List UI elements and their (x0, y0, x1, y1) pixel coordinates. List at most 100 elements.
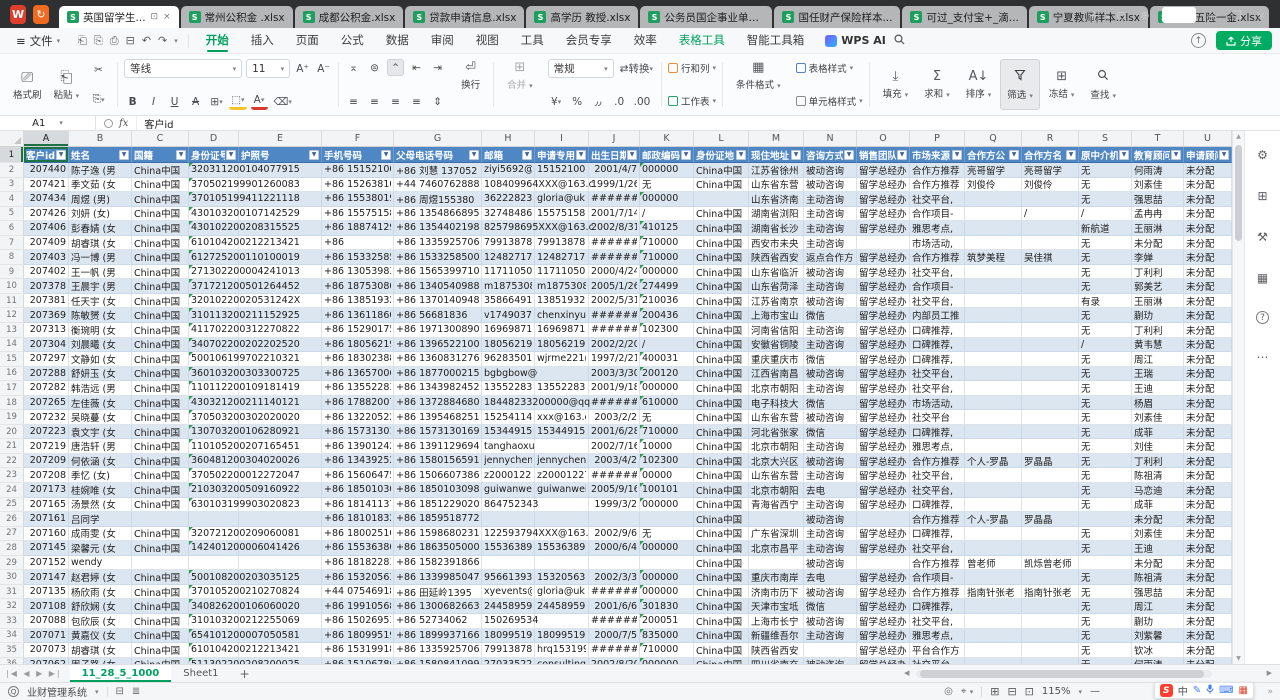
cell[interactable]: 留学总经办 (857, 323, 910, 338)
cell[interactable] (965, 294, 1022, 309)
cell[interactable] (965, 279, 1022, 294)
cell[interactable]: gloria@uk (535, 192, 589, 207)
cell[interactable]: 未分配 (1184, 585, 1232, 600)
cell[interactable]: 未分配 (1184, 192, 1232, 207)
cell[interactable]: +86 13220522 (322, 410, 394, 425)
cell[interactable]: 无 (1079, 425, 1132, 440)
cell[interactable]: 2003/2/2 (589, 410, 640, 425)
wrap-text-button[interactable]: ⏎ 换行 (454, 59, 487, 93)
cell[interactable]: 2002/9/6 (589, 527, 640, 542)
cell[interactable]: 社交平台, (910, 483, 965, 498)
cell[interactable]: China中国 (694, 556, 749, 571)
output-icon[interactable]: ⎘ (94, 34, 103, 48)
menu-tab[interactable]: 视图 (465, 28, 510, 53)
find-button[interactable]: 查找 ▾ (1083, 59, 1123, 110)
cell[interactable]: 180562199 (482, 338, 535, 353)
cell[interactable]: 207232 (24, 410, 69, 425)
cell[interactable]: 000000 (640, 541, 694, 556)
cell[interactable]: China中国 (694, 498, 749, 513)
cell[interactable] (535, 498, 589, 513)
cell[interactable]: 未分配 (1184, 308, 1232, 323)
cell[interactable] (189, 556, 239, 571)
cell[interactable]: China中国 (132, 599, 189, 614)
cell[interactable]: 主动咨询 (804, 207, 857, 222)
cell[interactable] (965, 410, 1022, 425)
cell[interactable]: ######### (589, 323, 640, 338)
row-header[interactable]: 30 (0, 570, 24, 585)
cell[interactable]: 电子科技大 (749, 396, 804, 411)
cell[interactable]: 207369 (24, 308, 69, 323)
cell[interactable]: China中国 (132, 163, 189, 178)
cell[interactable] (749, 556, 804, 571)
cell[interactable]: 102300 (640, 454, 694, 469)
cell[interactable]: 207209 (24, 454, 69, 469)
cell[interactable]: 合作方推荐 (910, 454, 965, 469)
row-header[interactable]: 20 (0, 425, 24, 440)
cell[interactable]: 被动咨询 (804, 265, 857, 280)
cell[interactable]: 110105200207165451 (189, 439, 239, 454)
cell[interactable]: 2002/3/3 (589, 570, 640, 585)
cell[interactable]: China中国 (132, 570, 189, 585)
cell[interactable]: 山东省东营 (749, 410, 804, 425)
cell[interactable] (482, 512, 535, 527)
cell[interactable]: 留学总经办 (857, 541, 910, 556)
cell[interactable]: 207160 (24, 527, 69, 542)
font-size-select[interactable]: 11▾ (246, 59, 290, 78)
header-cell[interactable]: 原中介机▼ (1079, 147, 1132, 163)
cell[interactable] (965, 570, 1022, 585)
cell[interactable]: 无 (1079, 599, 1132, 614)
cell[interactable] (1022, 338, 1079, 353)
align-center-icon[interactable]: ≡ (366, 93, 383, 110)
cell[interactable]: 陈敏赟 (女 (69, 308, 132, 323)
cell[interactable]: China中国 (132, 207, 189, 222)
cell[interactable]: 主动咨询 (804, 468, 857, 483)
cell[interactable]: 周江 (1132, 599, 1184, 614)
new-tab-button[interactable]: + (1080, 8, 1106, 28)
cell[interactable]: 2001/6/28 (589, 425, 640, 440)
tab-list-chevron-icon[interactable]: ▾ (1106, 13, 1114, 28)
cell[interactable]: 2000/4/24 (589, 265, 640, 280)
cell[interactable]: 赵君婷 (女 (69, 570, 132, 585)
cell[interactable]: 山东省东营 (749, 468, 804, 483)
cell[interactable]: 留学总经办 (857, 367, 910, 382)
decrease-decimal-icon[interactable]: .0 (611, 93, 628, 110)
column-header[interactable]: F (322, 131, 394, 146)
cell[interactable]: 王晨宇 (男 (69, 279, 132, 294)
cell[interactable] (535, 512, 589, 527)
cell[interactable] (965, 396, 1022, 411)
cell[interactable]: 无 (1079, 439, 1132, 454)
cell[interactable]: guiwanwei (535, 483, 589, 498)
cell[interactable]: 411702200312270822 (189, 323, 239, 338)
list-icon[interactable]: ≣ (132, 686, 140, 697)
align-left-icon[interactable]: ≡ (345, 93, 362, 110)
cell[interactable]: China中国 (132, 614, 189, 629)
cell[interactable]: 1999/3/2 (589, 498, 640, 513)
cell[interactable]: +86 1877000215 (394, 367, 482, 382)
cell[interactable]: China中国 (694, 439, 749, 454)
cell[interactable] (965, 629, 1022, 644)
cell[interactable]: 季文茹 (女 (69, 178, 132, 193)
cell[interactable]: China中国 (132, 192, 189, 207)
cell[interactable]: +86 1580156591 (394, 454, 482, 469)
cell[interactable]: 指南针张老 (1022, 585, 1079, 600)
cell[interactable] (1079, 512, 1132, 527)
cell[interactable]: 000000 (640, 570, 694, 585)
cell[interactable]: 汤景然 (女 (69, 498, 132, 513)
cell[interactable]: 271302200004241013 (189, 265, 239, 280)
cell[interactable]: 320311200104077915 (189, 163, 239, 178)
screen-cast-icon[interactable]: ⊡ (151, 12, 159, 22)
rows-columns-button[interactable]: 行和列 ▾ (668, 59, 716, 77)
cell[interactable]: +86 1971300890 (394, 323, 482, 338)
cell[interactable]: +86 15320563 (322, 570, 394, 585)
sheet-nav-buttons[interactable]: |◀ ◀ ▶ ▶| (6, 669, 62, 678)
cell[interactable]: 10000 (640, 439, 694, 454)
cell[interactable]: 未分配 (1184, 250, 1232, 265)
cell[interactable]: 王瑞 (1132, 367, 1184, 382)
header-cell[interactable]: 销售团队▼ (857, 147, 910, 163)
menu-tab[interactable]: 审阅 (420, 28, 465, 53)
cell[interactable]: 130703200106280921 (189, 425, 239, 440)
cell[interactable] (1022, 367, 1079, 382)
cell[interactable]: 市场活动, (910, 396, 965, 411)
cell[interactable]: 117110505 (535, 265, 589, 280)
cell[interactable]: 未分配 (1184, 512, 1232, 527)
